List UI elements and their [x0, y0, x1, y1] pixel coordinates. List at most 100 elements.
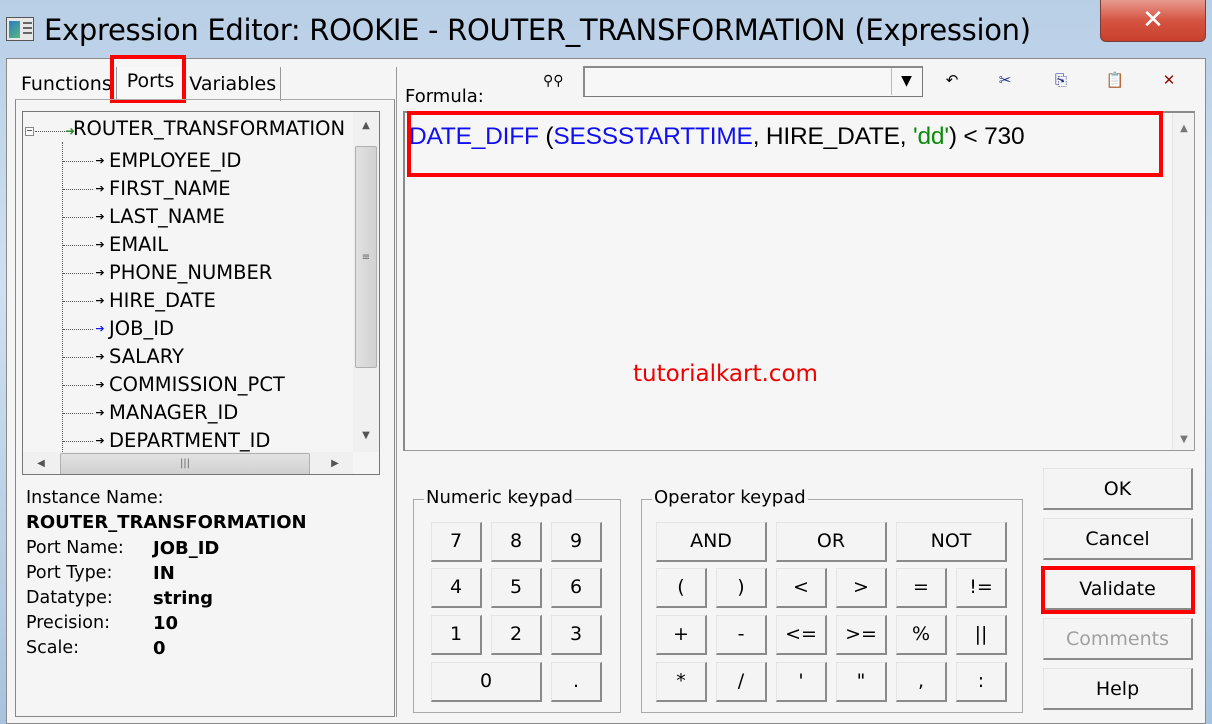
copy-icon[interactable]: ⎘ [1049, 71, 1073, 89]
key-not[interactable]: NOT [896, 522, 1007, 562]
key-8[interactable]: 8 [491, 522, 542, 562]
tab-variables[interactable]: Variables [185, 67, 282, 101]
tree-horizontal-scrollbar[interactable]: ◀ ||| ▶ [23, 452, 353, 474]
help-button[interactable]: Help [1043, 668, 1193, 710]
cut-icon[interactable]: ✂ [993, 71, 1017, 89]
input-port-arrow-icon: ➔ [95, 237, 105, 251]
key-lt[interactable]: < [776, 568, 827, 608]
input-port-arrow-icon: ➔ [95, 405, 105, 419]
info-row: Datatype: string [26, 588, 214, 609]
key-percent[interactable]: % [896, 615, 947, 655]
key-plus[interactable]: + [656, 615, 707, 655]
key-9[interactable]: 9 [551, 522, 602, 562]
key-3[interactable]: 3 [551, 615, 602, 655]
info-row: Port Type: IN [26, 563, 175, 584]
ok-button[interactable]: OK [1043, 468, 1193, 510]
port-info: Instance Name: ROUTER_TRANSFORMATION Por… [26, 486, 376, 661]
panel-divider [396, 67, 397, 717]
key-6[interactable]: 6 [551, 568, 602, 608]
search-combo[interactable]: ▼ [583, 66, 923, 97]
key-gte[interactable]: >= [836, 615, 887, 655]
scroll-thumb[interactable]: ≡ [355, 146, 377, 368]
operator-keypad-legend: Operator keypad [652, 487, 808, 509]
info-row: Scale: 0 [26, 638, 166, 659]
scroll-left-icon[interactable]: ◀ [29, 452, 53, 474]
scroll-down-icon[interactable]: ▼ [1173, 434, 1195, 445]
cancel-button[interactable]: Cancel [1043, 518, 1193, 560]
title-bar: Expression Editor: ROOKIE - ROUTER_TRANS… [0, 0, 1212, 58]
delete-icon[interactable]: ✕ [1157, 71, 1181, 89]
instance-name-value: ROUTER_TRANSFORMATION [26, 512, 307, 533]
tree-item[interactable]: ➔ MANAGER_ID [63, 398, 238, 426]
scroll-up-icon[interactable]: ▲ [1173, 123, 1195, 134]
tree-item[interactable]: ➔ COMMISSION_PCT [63, 370, 285, 398]
scroll-down-icon[interactable]: ▼ [353, 430, 379, 450]
key-gt[interactable]: > [836, 568, 887, 608]
key-5[interactable]: 5 [491, 568, 542, 608]
binoculars-icon[interactable]: ⚲⚲ [543, 73, 564, 89]
key-neq[interactable]: != [956, 568, 1007, 608]
formula-editor[interactable]: DATE_DIFF (SESSSTARTTIME, HIRE_DATE, 'dd… [403, 111, 1195, 451]
tree-item[interactable]: ➔ PHONE_NUMBER [63, 258, 272, 286]
key-eq[interactable]: = [896, 568, 947, 608]
key-1[interactable]: 1 [431, 615, 482, 655]
key-0[interactable]: 0 [431, 662, 542, 702]
key-2[interactable]: 2 [491, 615, 542, 655]
key-single-quote[interactable]: ' [776, 662, 827, 702]
formula-label: Formula: [405, 86, 484, 107]
input-port-arrow-icon: ➔ [95, 265, 105, 279]
info-row: Precision: 10 [26, 613, 179, 634]
tree-item-selected[interactable]: ➔ JOB_ID [63, 314, 174, 342]
key-concat[interactable]: || [956, 615, 1007, 655]
tree-item[interactable]: ➔ SALARY [63, 342, 184, 370]
paste-icon[interactable]: 📋 [1103, 71, 1127, 89]
key-divide[interactable]: / [716, 662, 767, 702]
instance-name-label: Instance Name: [26, 488, 164, 508]
key-open-paren[interactable]: ( [656, 568, 707, 608]
chevron-down-icon[interactable]: ▼ [891, 68, 921, 95]
numeric-keypad: Numeric keypad 7 8 9 4 5 6 1 2 3 0 . [413, 487, 621, 713]
formula-highlight [407, 111, 1163, 177]
tree-vertical-scrollbar[interactable]: ▲ ≡ ▼ [353, 112, 379, 452]
tree-item[interactable]: ➔ FIRST_NAME [63, 174, 231, 202]
expression-editor-dialog: Functions Ports Variables − ➜ ROUTER_TRA… [6, 55, 1206, 724]
key-lte[interactable]: <= [776, 615, 827, 655]
tree-root[interactable]: ROUTER_TRANSFORMATION [73, 117, 345, 140]
window-title: Expression Editor: ROOKIE - ROUTER_TRANS… [44, 13, 1031, 47]
collapse-toggle[interactable]: − [25, 127, 34, 136]
close-button[interactable]: ✕ [1100, 0, 1206, 42]
input-port-arrow-icon: ➔ [95, 321, 105, 335]
key-minus[interactable]: - [716, 615, 767, 655]
tree-item[interactable]: ➔ DEPARTMENT_ID [63, 426, 270, 454]
tab-functions[interactable]: Functions [17, 67, 117, 101]
key-dot[interactable]: . [551, 662, 602, 702]
input-port-arrow-icon: ➔ [95, 209, 105, 223]
key-double-quote[interactable]: " [836, 662, 887, 702]
key-comma[interactable]: , [896, 662, 947, 702]
key-or[interactable]: OR [776, 522, 887, 562]
formula-vertical-scrollbar[interactable]: ▲ ▼ [1172, 113, 1194, 449]
scroll-up-icon[interactable]: ▲ [353, 120, 379, 140]
key-7[interactable]: 7 [431, 522, 482, 562]
comments-button: Comments [1043, 618, 1193, 660]
key-and[interactable]: AND [656, 522, 767, 562]
tree-item[interactable]: ➔ HIRE_DATE [63, 286, 216, 314]
scroll-thumb[interactable]: ||| [60, 453, 310, 474]
tree-item[interactable]: ➔ LAST_NAME [63, 202, 225, 230]
validate-button[interactable]: Validate [1043, 568, 1193, 610]
input-port-arrow-icon: ➔ [95, 349, 105, 363]
key-close-paren[interactable]: ) [716, 568, 767, 608]
input-port-arrow-icon: ➔ [95, 293, 105, 307]
app-icon [6, 17, 34, 41]
undo-icon[interactable]: ↶ [940, 71, 964, 89]
input-port-arrow-icon: ➔ [95, 433, 105, 447]
key-4[interactable]: 4 [431, 568, 482, 608]
scroll-right-icon[interactable]: ▶ [323, 452, 347, 474]
ports-tree: − ➜ ROUTER_TRANSFORMATION ➔ EMPLOYEE_ID ➔… [22, 111, 380, 475]
tree-item[interactable]: ➔ EMPLOYEE_ID [63, 146, 241, 174]
numeric-keypad-legend: Numeric keypad [424, 487, 575, 509]
key-colon[interactable]: : [956, 662, 1007, 702]
key-multiply[interactable]: * [656, 662, 707, 702]
tree-item[interactable]: ➔ EMAIL [63, 230, 168, 258]
tab-ports[interactable]: Ports [116, 67, 186, 101]
